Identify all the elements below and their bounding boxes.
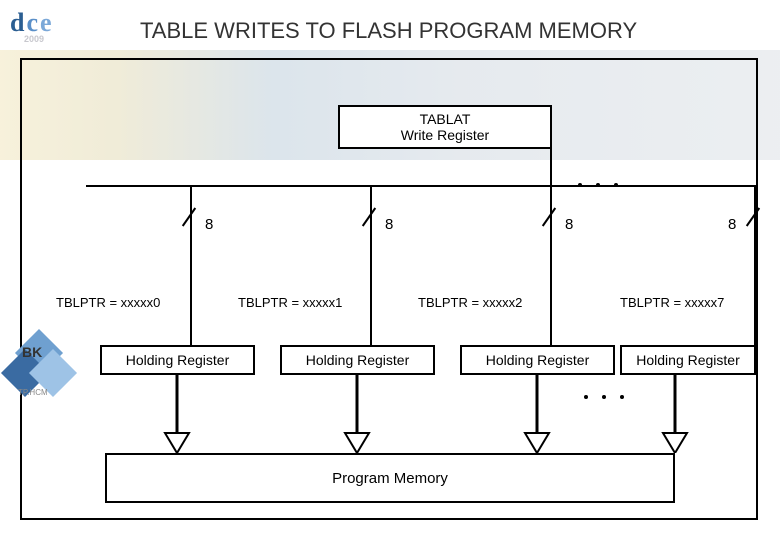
holding-register-1: Holding Register: [280, 345, 435, 375]
holding-register-7: Holding Register: [620, 345, 756, 375]
bits-label-1: 8: [385, 216, 393, 233]
badge-subtext: TP.HCM: [18, 388, 48, 397]
bus-ellipsis-dot: [596, 183, 600, 187]
tablat-register-box: TABLAT Write Register: [338, 105, 552, 149]
bus-vertical: [550, 149, 552, 185]
program-memory-box: Program Memory: [105, 453, 675, 503]
bits-label-0: 8: [205, 216, 213, 233]
bus-ellipsis-dot: [614, 183, 618, 187]
logo-letter-d: d: [10, 8, 26, 37]
page-title: TABLE WRITES TO FLASH PROGRAM MEMORY: [140, 18, 637, 44]
logo: dce 2009: [10, 8, 54, 44]
arrow-0: [162, 375, 192, 453]
holding-ellipsis-dot: [620, 395, 624, 399]
logo-letter-e: e: [40, 8, 54, 37]
tblptr-label-2: TBLPTR = xxxxx2: [418, 295, 522, 310]
bits-label-2: 8: [565, 216, 573, 233]
bk-badge: BK TP.HCM: [2, 332, 76, 396]
bus-horizontal: [86, 185, 756, 187]
badge-text: BK: [22, 344, 42, 360]
tblptr-label-0: TBLPTR = xxxxx0: [56, 295, 160, 310]
holding-ellipsis-dot: [584, 395, 588, 399]
arrow-2: [522, 375, 552, 453]
arrow-7: [660, 375, 690, 453]
holding-register-0: Holding Register: [100, 345, 255, 375]
tblptr-label-7: TBLPTR = xxxxx7: [620, 295, 724, 310]
logo-letter-c: c: [26, 8, 40, 37]
holding-register-2: Holding Register: [460, 345, 615, 375]
bits-label-7: 8: [728, 216, 736, 233]
bus-ellipsis-dot: [578, 183, 582, 187]
arrow-1: [342, 375, 372, 453]
tablat-line2: Write Register: [401, 127, 489, 143]
holding-ellipsis-dot: [602, 395, 606, 399]
tablat-line1: TABLAT: [420, 111, 471, 127]
tblptr-label-1: TBLPTR = xxxxx1: [238, 295, 342, 310]
